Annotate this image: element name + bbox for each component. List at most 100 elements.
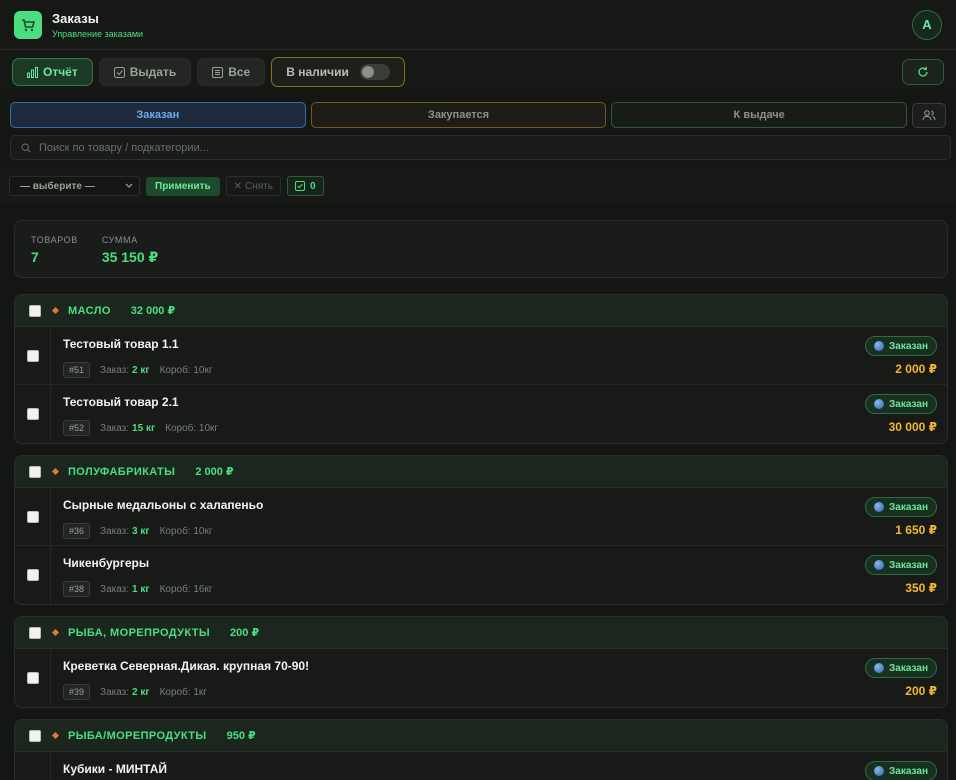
product-row[interactable]: Тестовый товар 2.1 #52 Заказ: 15 кг Коро… [15,385,947,443]
order-label: Заказ: [100,686,130,698]
product-name: Чикенбургеры [63,556,150,570]
product-id: #38 [63,581,91,597]
category-checkbox[interactable] [29,465,41,478]
tab-purchasing[interactable]: Закупается [310,102,607,128]
globe-icon [874,663,885,673]
report-button[interactable]: Отчёт [12,58,93,86]
category-group: РЫБА/МОРЕПРОДУКТЫ 950 ₽ Кубики - МИНТАЙ … [14,719,948,780]
order-label: Заказ: [100,583,130,595]
product-row[interactable]: Чикенбургеры #38 Заказ: 1 кг Короб: 16кг… [15,546,947,604]
product-price: 2 000 ₽ [895,362,937,376]
category-checkbox[interactable] [29,626,41,639]
status-badge[interactable]: Заказан [865,497,937,517]
status-badge[interactable]: Заказан [865,658,937,678]
category-total: 200 ₽ [230,627,260,639]
summary-card: ТОВАРОВ 7 СУММА 35 150 ₽ [14,220,948,278]
category-name: РЫБА, МОРЕПРОДУКТЫ [68,626,211,639]
order-qty: 2 кг [132,686,150,698]
status-badge-label: Заказан [889,559,928,571]
unset-label: Снять [245,180,273,192]
refresh-button[interactable] [902,59,944,85]
search-icon [21,142,31,153]
category-header: МАСЛО 32 000 ₽ [15,295,947,327]
category-checkbox[interactable] [29,729,41,742]
category-total: 2 000 ₽ [195,466,234,478]
top-bar: Заказы Управление заказами A [0,0,956,50]
product-price: 30 000 ₽ [888,420,937,434]
cart-logo-icon [14,10,42,39]
status-badge[interactable]: Заказан [865,394,937,414]
selected-count[interactable]: 0 [286,176,324,196]
product-name: Тестовый товар 2.1 [63,395,179,409]
product-id: #36 [63,523,91,539]
bar-chart-icon [27,66,38,78]
tab-to-issue[interactable]: К выдаче [611,102,908,128]
sum-value: 35 150 ₽ [101,249,159,265]
row-checkbox[interactable] [26,349,39,362]
status-badge[interactable]: Заказан [865,336,937,356]
product-name: Тестовый товар 1.1 [63,337,179,351]
order-label: Заказ: [100,525,130,537]
unset-button[interactable]: ✕ Снять [225,176,281,196]
diamond-icon [51,467,60,476]
status-badge[interactable]: Заказан [865,555,937,575]
users-button[interactable] [912,102,947,128]
list-icon [212,66,224,78]
all-button[interactable]: Все [197,58,266,86]
product-row[interactable]: Сырные медальоны с халапеньо #36 Заказ: … [15,488,947,546]
category-header: РЫБА/МОРЕПРОДУКТЫ 950 ₽ [15,720,947,752]
avatar[interactable]: A [912,9,942,40]
in-stock-toggle[interactable]: В наличии [271,57,405,87]
report-label: Отчёт [43,65,78,79]
category-group: РЫБА, МОРЕПРОДУКТЫ 200 ₽ Креветка Северн… [14,616,948,708]
checkbox-icon [113,66,125,78]
box-size: Короб: 1кг [159,686,207,698]
in-stock-label: В наличии [286,65,349,79]
search-bar [10,135,951,160]
status-badge[interactable]: Заказан [865,761,937,780]
category-name: ПОЛУФАБРИКАТЫ [68,465,176,478]
row-checkbox[interactable] [26,510,39,523]
issue-button[interactable]: Выдать [98,58,192,86]
row-checkbox[interactable] [26,672,39,684]
product-row[interactable]: Тестовый товар 1.1 #51 Заказ: 2 кг Короб… [15,327,947,385]
tab-ordered[interactable]: Заказан [10,102,306,128]
search-input[interactable] [39,141,940,154]
category-group: МАСЛО 32 000 ₽ Тестовый товар 1.1 #51 За… [14,294,948,444]
status-badge-label: Заказан [889,501,928,513]
order-qty: 15 кг [132,422,156,434]
product-row[interactable]: Креветка Северная.Дикая. крупная 70-90! … [15,649,947,707]
page-subtitle: Управление заказами [52,28,144,39]
order-label: Заказ: [100,364,130,376]
apply-button[interactable]: Применить [146,176,220,196]
sum-label: СУММА [101,235,138,245]
product-name: Сырные медальоны с халапеньо [63,498,264,512]
product-id: #52 [63,420,91,436]
box-size: Короб: 10кг [159,364,213,376]
order-qty: 3 кг [132,525,150,537]
globe-icon [874,341,885,351]
chevron-down-icon [125,183,133,188]
status-badge-label: Заказан [889,398,928,410]
toggle-switch[interactable] [359,64,390,80]
diamond-icon [51,628,60,637]
users-icon [922,110,936,121]
box-size: Короб: 16кг [159,583,213,595]
globe-icon [874,502,885,512]
category-checkbox[interactable] [29,304,41,317]
order-qty: 2 кг [132,364,150,376]
row-checkbox[interactable] [26,408,39,420]
items-value: 7 [31,249,39,265]
product-row[interactable]: Кубики - МИНТАЙ Заказан [15,752,947,780]
row-checkbox[interactable] [26,569,39,581]
close-icon: ✕ [233,180,243,192]
product-price: 1 650 ₽ [895,523,937,537]
globe-icon [874,399,885,409]
order-label: Заказ: [100,422,130,434]
items-label: ТОВАРОВ [31,235,78,245]
globe-icon [874,560,885,570]
bulk-actions-bar: — выберите — Применить ✕ Снять 0 [0,169,956,203]
category-total: 32 000 ₽ [130,305,176,317]
status-select[interactable]: — выберите — [9,176,140,196]
category-header: ПОЛУФАБРИКАТЫ 2 000 ₽ [15,456,947,488]
